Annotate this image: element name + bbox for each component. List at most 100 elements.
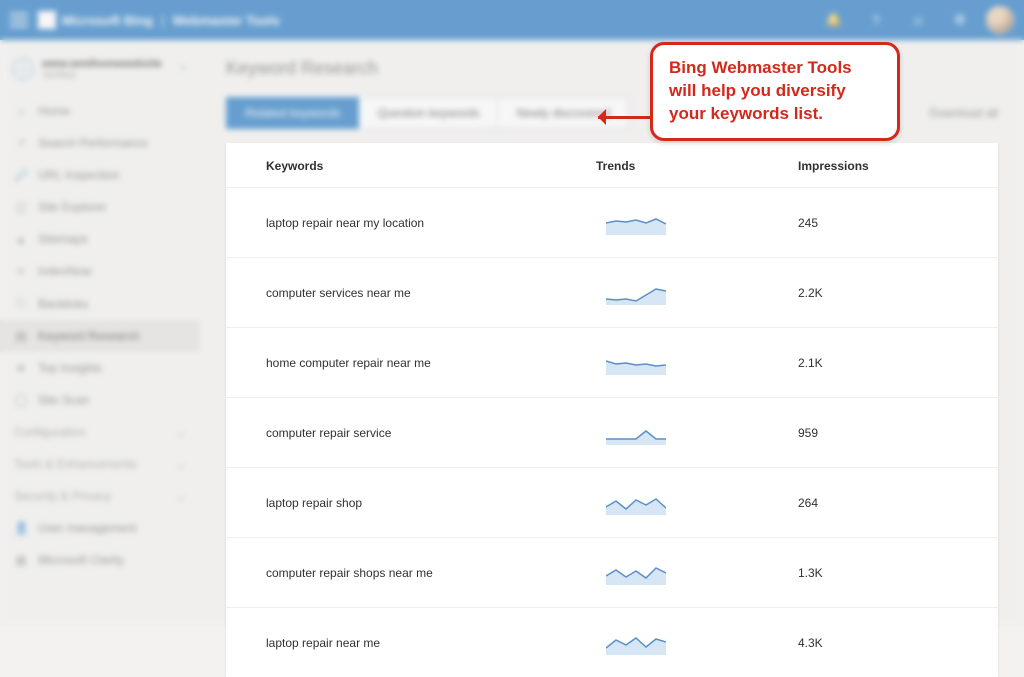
sidebar: www.wmthomewebsite Verified ⌄ ⌂ Home ↗ Sear… — [0, 40, 200, 627]
sidebar-item-url-inspection[interactable]: 🔎 URL Inspection — [0, 159, 200, 191]
brand-secondary: Webmaster Tools — [173, 13, 280, 28]
impressions-cell: 959 — [798, 426, 958, 440]
table-row[interactable]: computer repair service 959 — [226, 397, 998, 467]
trend-sparkline — [606, 351, 666, 375]
nav-label: Site Explorer — [38, 200, 107, 214]
impressions-cell: 2.2K — [798, 286, 958, 300]
sidebar-group-security-privacy[interactable]: Security & Privacy ⌄ — [0, 480, 200, 512]
group-label: Security & Privacy — [14, 489, 111, 503]
keyword-cell: laptop repair shop — [266, 496, 596, 510]
sidebar-item-indexnow[interactable]: ≡ IndexNow — [0, 255, 200, 287]
nav-label: Top Insights — [38, 361, 102, 375]
keyword-cell: computer repair shops near me — [266, 566, 596, 580]
nav-label: Backlinks — [38, 297, 89, 311]
nav-label: Search Performance — [38, 136, 148, 150]
nav-icon: ◫ — [14, 200, 28, 214]
sidebar-item-top-insights[interactable]: ★ Top Insights — [0, 352, 200, 384]
group-label: Configuration — [14, 425, 85, 439]
table-row[interactable]: computer services near me 2.2K — [226, 257, 998, 327]
nav-label: Microsoft Clarity — [38, 553, 124, 567]
settings-icon[interactable]: ⚙ — [944, 4, 976, 36]
sidebar-item-site-explorer[interactable]: ◫ Site Explorer — [0, 191, 200, 223]
brand-primary: Microsoft Bing — [62, 13, 153, 28]
annotation-text: Bing Webmaster Tools will help you diver… — [669, 58, 852, 123]
impressions-cell: 1.3K — [798, 566, 958, 580]
nav-icon: 👤 — [14, 521, 28, 535]
nav-label: Keyword Research — [38, 329, 139, 343]
keyword-cell: laptop repair near my location — [266, 216, 596, 230]
bing-logo-icon — [38, 11, 56, 29]
annotation-callout: Bing Webmaster Tools will help you diver… — [650, 42, 900, 141]
brand-divider: | — [161, 13, 165, 28]
nav-label: Sitemaps — [38, 232, 88, 246]
keyword-cell: computer repair service — [266, 426, 596, 440]
sidebar-item-home[interactable]: ⌂ Home — [0, 95, 200, 127]
nav-label: IndexNow — [38, 264, 91, 278]
table-row[interactable]: home computer repair near me 2.1K — [226, 327, 998, 397]
trend-sparkline — [606, 631, 666, 655]
table-header: Keywords Trends Impressions — [226, 159, 998, 187]
nav-icon: ↗ — [14, 136, 28, 150]
nav-label: Site Scan — [38, 393, 89, 407]
keyword-cell: laptop repair near me — [266, 636, 596, 650]
tab-question-keywords[interactable]: Question keywords — [359, 97, 498, 129]
nav-icon: ▦ — [14, 553, 28, 567]
table-row[interactable]: laptop repair near my location 245 — [226, 187, 998, 257]
nav-icon: ▤ — [14, 329, 28, 343]
keyword-cell: computer services near me — [266, 286, 596, 300]
sidebar-item-search-performance[interactable]: ↗ Search Performance — [0, 127, 200, 159]
impressions-cell: 4.3K — [798, 636, 958, 650]
sidebar-item-keyword-research[interactable]: ▤ Keyword Research — [0, 320, 200, 352]
sidebar-item-microsoft-clarity[interactable]: ▦ Microsoft Clarity — [0, 544, 200, 576]
impressions-cell: 264 — [798, 496, 958, 510]
nav-icon: ⌂ — [14, 104, 28, 118]
trend-sparkline — [606, 281, 666, 305]
col-keywords: Keywords — [266, 159, 596, 173]
sidebar-group-tools-enhancements[interactable]: Tools & Enhancements ⌄ — [0, 448, 200, 480]
table-row[interactable]: laptop repair shop 264 — [226, 467, 998, 537]
trend-sparkline — [606, 211, 666, 235]
nav-label: User management — [38, 521, 137, 535]
brand: Microsoft Bing | Webmaster Tools — [38, 11, 280, 29]
table-row[interactable]: laptop repair near me 4.3K — [226, 607, 998, 677]
table-row[interactable]: computer repair shops near me 1.3K — [226, 537, 998, 607]
sidebar-item-sitemaps[interactable]: ▲ Sitemaps — [0, 223, 200, 255]
trend-sparkline — [606, 421, 666, 445]
nav-label: Home — [38, 104, 70, 118]
nav-label: URL Inspection — [38, 168, 120, 182]
download-all-button[interactable]: Download all — [929, 106, 998, 120]
chevron-down-icon: ⌄ — [176, 489, 186, 503]
keywords-table-card: Keywords Trends Impressions laptop repai… — [226, 143, 998, 677]
nav-icon: ≡ — [14, 264, 28, 278]
keyword-cell: home computer repair near me — [266, 356, 596, 370]
avatar[interactable] — [986, 6, 1014, 34]
site-picker[interactable]: www.wmthomewebsite Verified ⌄ — [0, 52, 200, 95]
group-label: Tools & Enhancements — [14, 457, 137, 471]
sidebar-item-site-scan[interactable]: ◯Site Scan — [0, 384, 200, 416]
globe-icon — [12, 58, 34, 80]
trend-sparkline — [606, 561, 666, 585]
sidebar-item-user-management[interactable]: 👤 User management — [0, 512, 200, 544]
menu-icon[interactable] — [10, 13, 28, 27]
nav-icon: 🔎 — [14, 168, 28, 182]
trend-sparkline — [606, 491, 666, 515]
chevron-down-icon: ⌄ — [176, 425, 186, 439]
notifications-icon[interactable]: 🔔 — [818, 4, 850, 36]
chevron-down-icon: ⌄ — [176, 457, 186, 471]
col-impressions: Impressions — [798, 159, 958, 173]
site-domain: www.wmthomewebsite — [42, 58, 162, 70]
chevron-down-icon: ⌄ — [178, 58, 188, 72]
annotation-arrow-icon — [590, 112, 650, 122]
sidebar-item-backlinks[interactable]: ⎋ Backlinks — [0, 287, 200, 320]
site-status: Verified — [42, 70, 162, 81]
impressions-cell: 2.1K — [798, 356, 958, 370]
help-icon[interactable]: ? — [860, 4, 892, 36]
sidebar-group-configuration[interactable]: Configuration ⌄ — [0, 416, 200, 448]
nav-icon: ▲ — [14, 232, 28, 246]
impressions-cell: 245 — [798, 216, 958, 230]
col-trends: Trends — [596, 159, 798, 173]
feedback-icon[interactable]: ☺ — [902, 4, 934, 36]
nav-icon: ★ — [14, 361, 28, 375]
nav-icon: ⎋ — [14, 296, 28, 311]
tab-related-keywords[interactable]: Related keywords — [226, 97, 359, 129]
